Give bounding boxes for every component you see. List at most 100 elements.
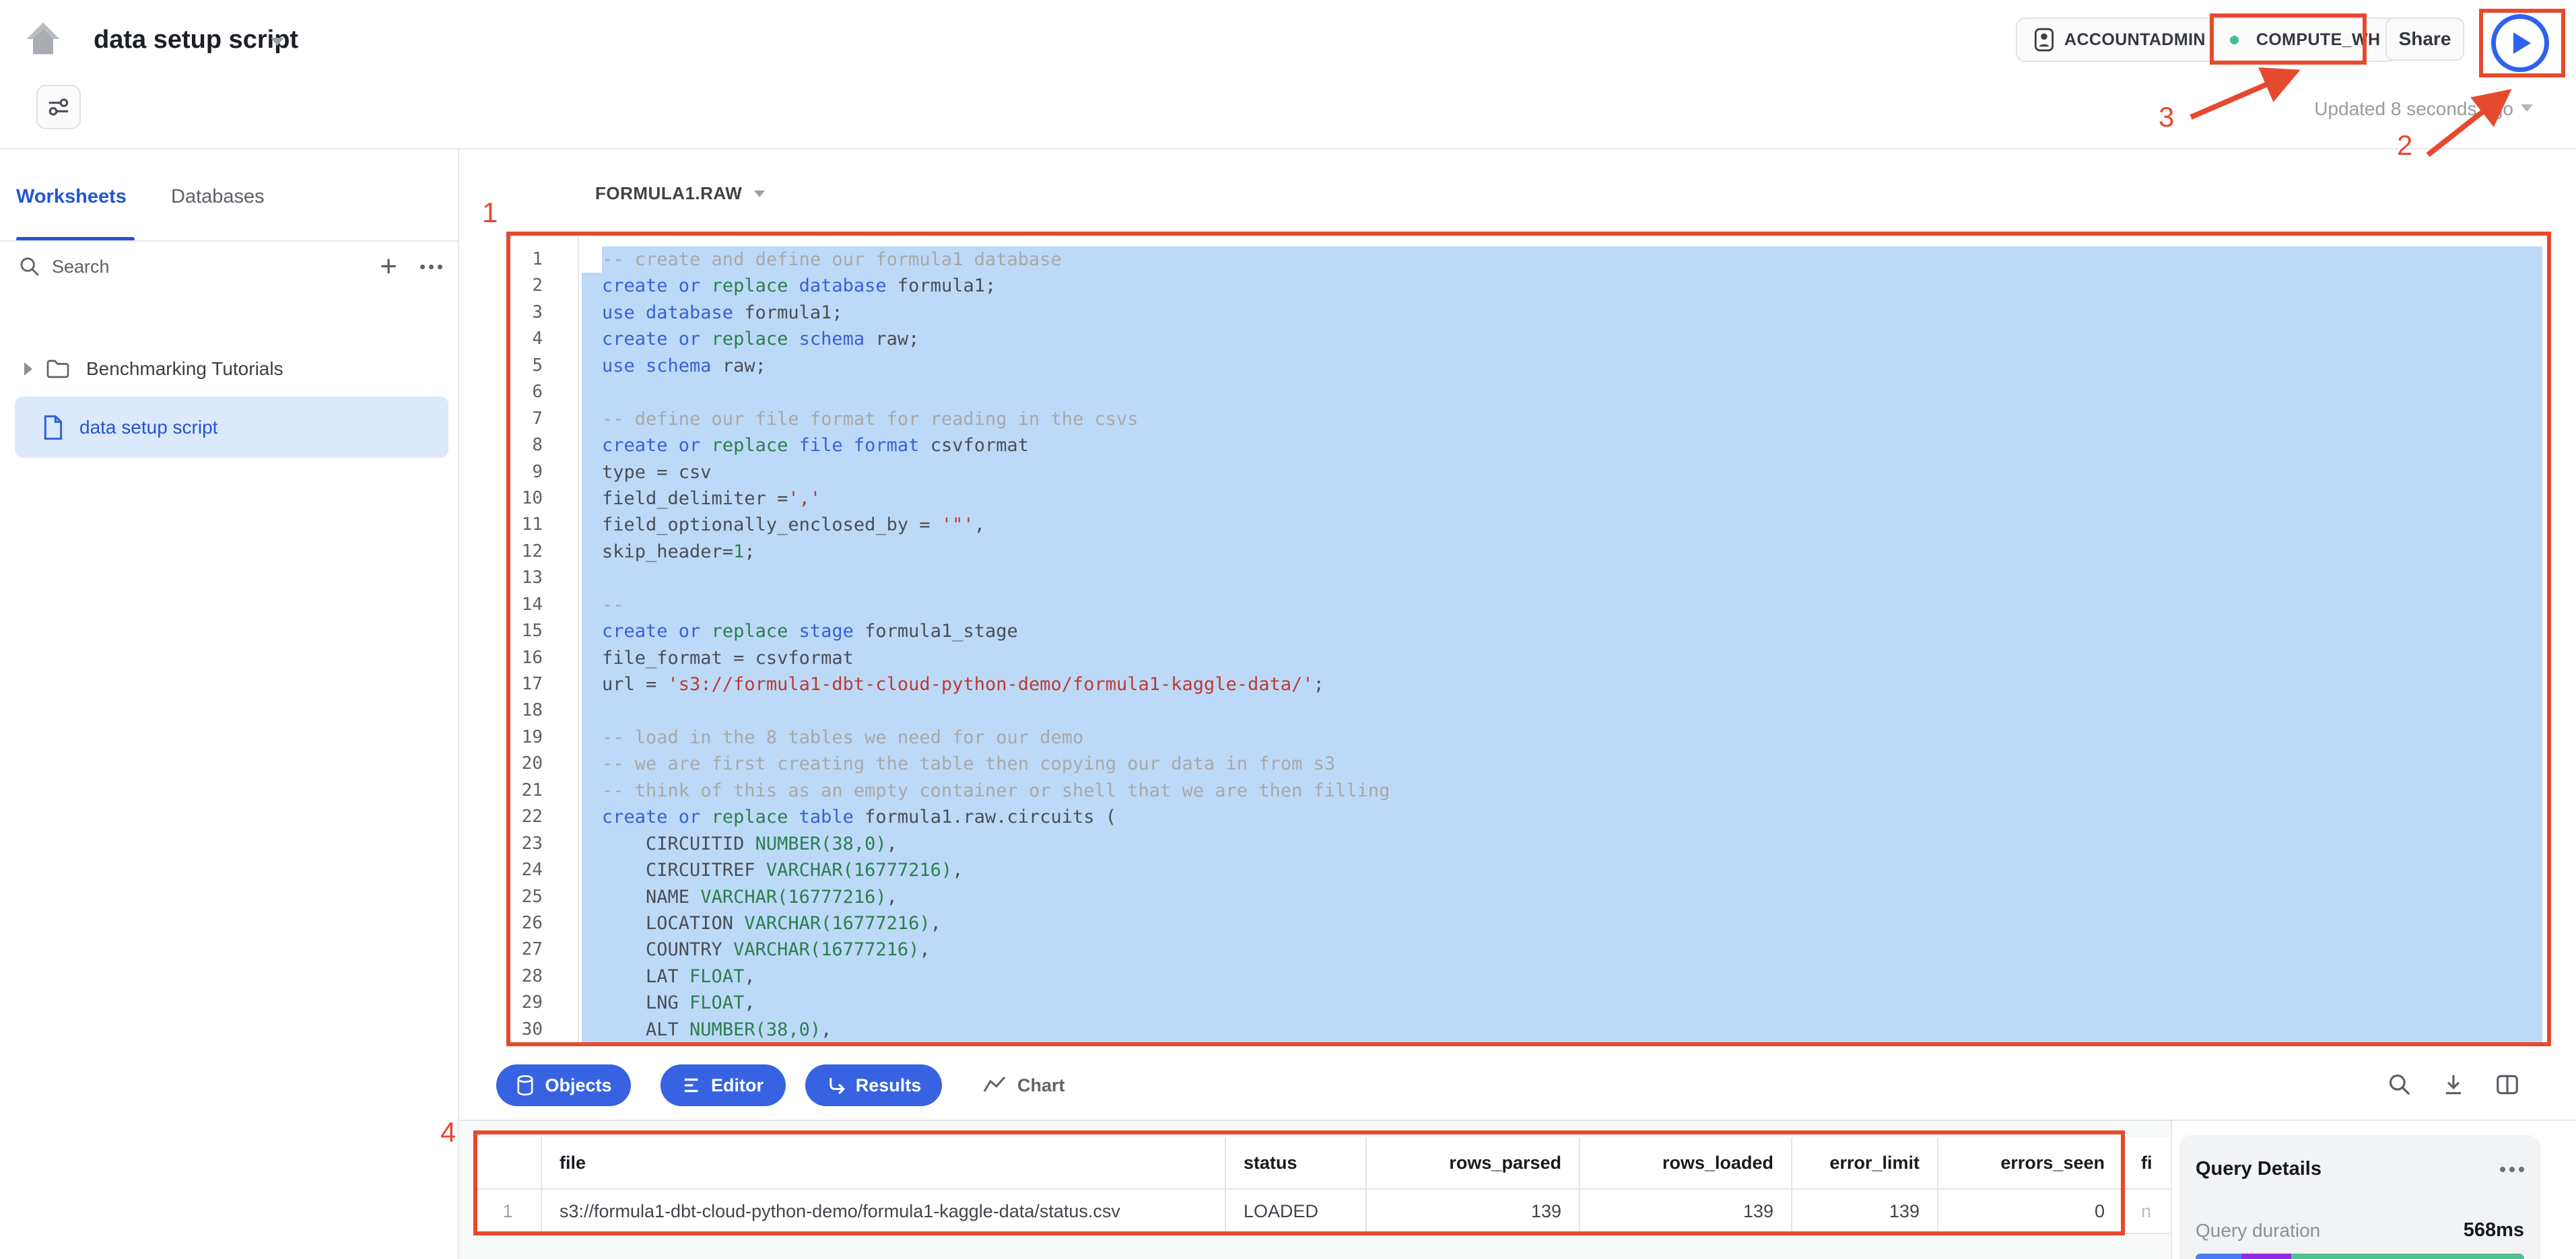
table-cell: 139 bbox=[1367, 1190, 1580, 1234]
duration-bar-segment bbox=[2291, 1254, 2524, 1259]
objects-button[interactable]: Objects bbox=[496, 1064, 631, 1106]
editor-button[interactable]: Editor bbox=[660, 1064, 786, 1106]
code-line bbox=[582, 565, 2542, 591]
line-number: 25 bbox=[498, 884, 543, 910]
role-selector[interactable]: ACCOUNTADMIN bbox=[2064, 30, 2206, 50]
editor-context-dropdown[interactable]: FORMULA1.RAW bbox=[595, 183, 765, 204]
line-number: 13 bbox=[498, 565, 543, 591]
home-icon[interactable] bbox=[23, 19, 63, 59]
table-cell: 139 bbox=[1580, 1190, 1792, 1234]
split-view-icon[interactable] bbox=[2495, 1072, 2520, 1097]
tab-worksheets[interactable]: Worksheets bbox=[16, 186, 127, 208]
editor-label: Editor bbox=[711, 1075, 764, 1096]
line-number: 21 bbox=[498, 778, 543, 804]
line-number: 22 bbox=[498, 804, 543, 830]
chevron-right-icon[interactable] bbox=[24, 362, 32, 376]
code-line: ALT NUMBER(38,0), bbox=[582, 1017, 2542, 1043]
line-number: 27 bbox=[498, 937, 543, 963]
table-row[interactable]: 1s3://formula1-dbt-cloud-python-demo/for… bbox=[475, 1190, 2171, 1234]
table-cell-partial: n bbox=[2124, 1190, 2171, 1234]
query-details-menu-button[interactable] bbox=[2500, 1167, 2524, 1172]
line-number: 20 bbox=[498, 751, 543, 777]
code-line: -- create and define our formula1 databa… bbox=[602, 246, 2542, 273]
code-line: create or replace database formula1; bbox=[582, 273, 2542, 299]
search-results-icon[interactable] bbox=[2387, 1072, 2412, 1097]
context-caret-icon bbox=[754, 191, 765, 197]
code-line: -- we are first creating the table then … bbox=[582, 751, 2542, 777]
line-number: 23 bbox=[498, 831, 543, 857]
annotation-label-1: 1 bbox=[482, 197, 498, 229]
role-badge-icon bbox=[2033, 27, 2055, 53]
share-button[interactable]: Share bbox=[2385, 18, 2464, 61]
line-number: 8 bbox=[498, 432, 543, 458]
sidebar-tabs-divider bbox=[0, 240, 458, 242]
code-line: create or replace file format csvformat bbox=[582, 432, 2542, 458]
context-selector[interactable]: ACCOUNTADMIN COMPUTE_WH bbox=[2016, 18, 2398, 62]
warehouse-selector[interactable]: COMPUTE_WH bbox=[2256, 30, 2381, 50]
sidebar-more-button[interactable] bbox=[420, 265, 442, 269]
search-icon bbox=[18, 255, 41, 278]
line-number: 1 bbox=[498, 246, 543, 273]
query-duration-value: 568ms bbox=[2464, 1219, 2524, 1241]
line-number: 28 bbox=[498, 963, 543, 990]
code-line: LAT FLOAT, bbox=[582, 963, 2542, 990]
query-details-title: Query Details bbox=[2196, 1158, 2321, 1180]
line-number: 2 bbox=[498, 273, 543, 299]
download-icon[interactable] bbox=[2441, 1072, 2466, 1097]
column-header-rows_parsed: rows_parsed bbox=[1367, 1137, 1580, 1190]
sliders-icon bbox=[46, 94, 71, 120]
column-header-partial: fi bbox=[2124, 1137, 2171, 1190]
sidebar-item-selected-worksheet[interactable]: data setup script bbox=[15, 397, 448, 458]
code-line: file_format = csvformat bbox=[582, 645, 2542, 671]
updated-status: Updated 8 seconds ago bbox=[2208, 98, 2513, 120]
context-label: FORMULA1.RAW bbox=[595, 183, 742, 204]
column-header-file: file bbox=[542, 1137, 1226, 1190]
code-line: CIRCUITID NUMBER(38,0), bbox=[582, 831, 2542, 857]
duration-bar-segment bbox=[2196, 1254, 2241, 1259]
align-lines-icon bbox=[683, 1076, 702, 1095]
duration-bar-segment bbox=[2241, 1254, 2291, 1259]
worksheet-file-icon bbox=[43, 414, 63, 441]
updated-dropdown-caret-icon[interactable] bbox=[2521, 104, 2533, 112]
snowsight-worksheet-app: data setup script ACCOUNTADMIN COMPUTE_W… bbox=[0, 0, 2576, 1259]
sidebar-item-folder[interactable]: Benchmarking Tutorials bbox=[15, 350, 448, 388]
chart-tab[interactable]: Chart bbox=[982, 1064, 1065, 1106]
line-number: 19 bbox=[498, 724, 543, 751]
line-number: 24 bbox=[498, 857, 543, 883]
table-cell: 1 bbox=[475, 1190, 542, 1234]
tab-databases[interactable]: Databases bbox=[171, 186, 265, 208]
sidebar-divider bbox=[458, 149, 459, 1259]
folder-label: Benchmarking Tutorials bbox=[86, 358, 283, 380]
column-header-errors_seen: errors_seen bbox=[1938, 1137, 2124, 1190]
line-number: 16 bbox=[498, 645, 543, 671]
search-input[interactable]: Search bbox=[52, 257, 380, 277]
code-line: LOCATION VARCHAR(16777216), bbox=[582, 910, 2542, 937]
results-arrow-icon bbox=[826, 1075, 846, 1095]
new-worksheet-button[interactable]: + bbox=[380, 253, 397, 280]
table-cell: 0 bbox=[1938, 1190, 2124, 1234]
worksheet-search[interactable]: Search + bbox=[18, 252, 442, 281]
query-duration-label: Query duration bbox=[2196, 1220, 2320, 1241]
line-number: 6 bbox=[498, 379, 543, 405]
code-line: create or replace table formula1.raw.cir… bbox=[582, 804, 2542, 830]
annotation-label-2: 2 bbox=[2397, 129, 2412, 162]
sql-editor[interactable]: -- create and define our formula1 databa… bbox=[582, 246, 2542, 1043]
column-header-status: status bbox=[1226, 1137, 1367, 1190]
code-line: -- think of this as an empty container o… bbox=[582, 778, 2542, 804]
results-button[interactable]: Results bbox=[805, 1064, 942, 1106]
chart-label: Chart bbox=[1017, 1075, 1065, 1096]
page-title: data setup script bbox=[94, 26, 298, 55]
code-line bbox=[582, 379, 2542, 405]
code-line: skip_header=1; bbox=[582, 539, 2542, 565]
line-number: 17 bbox=[498, 671, 543, 697]
code-line: -- bbox=[582, 592, 2542, 618]
run-button[interactable] bbox=[2491, 14, 2549, 72]
code-line: -- load in the 8 tables we need for our … bbox=[582, 724, 2542, 751]
query-details-card: Query Details Query duration 568ms bbox=[2179, 1135, 2540, 1259]
folder-icon bbox=[46, 358, 70, 380]
header-divider bbox=[0, 148, 2576, 149]
title-dropdown-caret-icon[interactable] bbox=[271, 38, 284, 46]
details-pane-divider bbox=[2171, 1121, 2172, 1259]
line-number: 9 bbox=[498, 459, 543, 485]
filters-button[interactable] bbox=[36, 85, 81, 129]
